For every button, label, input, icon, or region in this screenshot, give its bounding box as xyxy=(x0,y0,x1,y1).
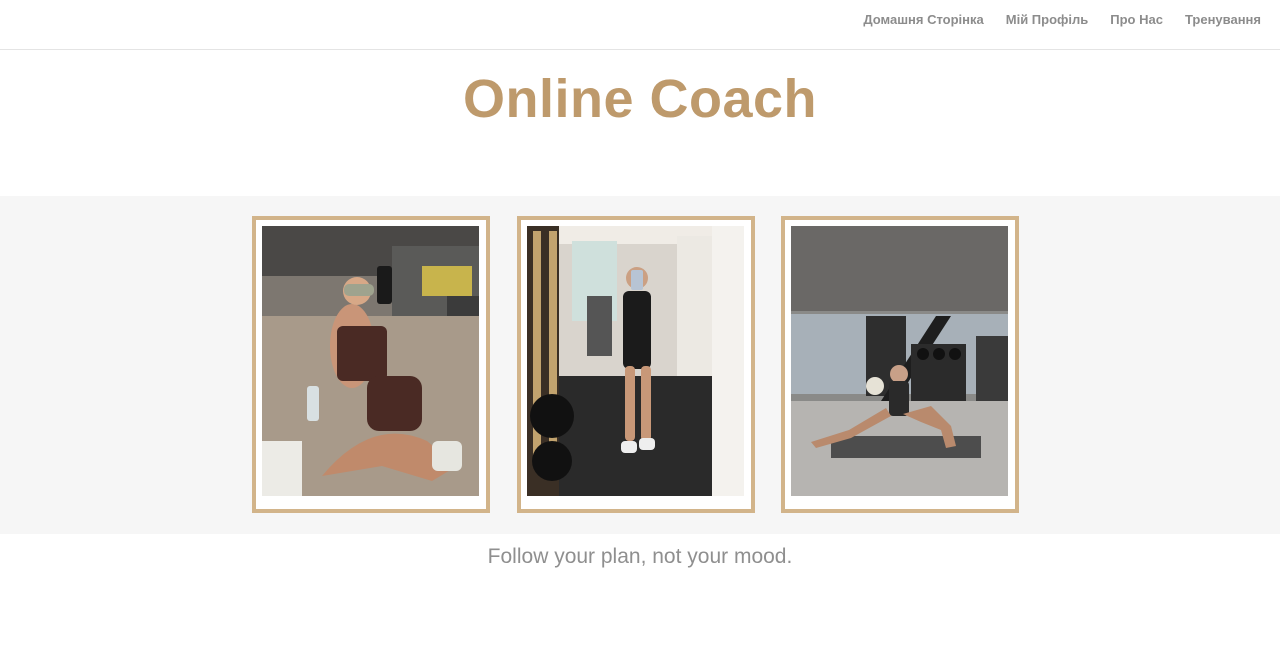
gym-photo-1 xyxy=(262,226,480,498)
nav-link-my-profile[interactable]: Мій Профіль xyxy=(1006,12,1089,27)
gym-photo-1-image xyxy=(262,226,479,496)
gym-photo-3 xyxy=(791,226,1009,498)
nav-links: Домашня Сторінка Мій Профіль Про Нас Тре… xyxy=(863,12,1261,27)
nav-link-about-us[interactable]: Про Нас xyxy=(1110,12,1163,27)
gym-photo-3-image xyxy=(791,226,1008,496)
gallery-photo-frame xyxy=(517,216,755,513)
nav-link-workouts[interactable]: Тренування xyxy=(1185,12,1261,27)
gym-photo-2 xyxy=(527,226,745,498)
gallery-photo-frame xyxy=(781,216,1019,513)
motivational-quote: Follow your plan, not your mood. xyxy=(487,545,793,568)
nav-link-home[interactable]: Домашня Сторінка xyxy=(863,12,983,27)
gym-photo-2-image xyxy=(527,226,744,496)
photo-gallery xyxy=(0,196,1280,534)
page-title: Online Coach xyxy=(462,69,818,129)
top-navigation: Домашня Сторінка Мій Профіль Про Нас Тре… xyxy=(0,0,1280,50)
gallery-photo-frame xyxy=(252,216,490,513)
